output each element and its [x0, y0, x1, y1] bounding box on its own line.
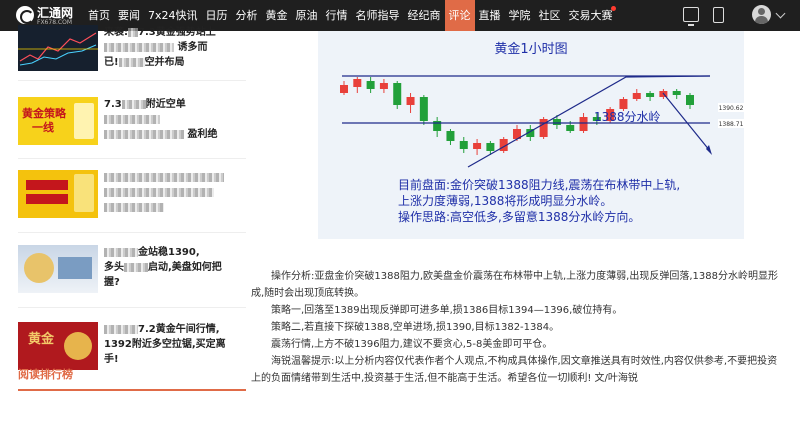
candle-body [632, 93, 641, 99]
nav-item-8[interactable]: 名师指导 [352, 0, 404, 31]
ranking-underline [18, 389, 246, 391]
trend-line [467, 75, 711, 168]
article-paragraph: 海锐温馨提示:以上分析内容仅代表作者个人观点,不构成具体操作,因文章推送具有时效… [251, 356, 778, 384]
article-title[interactable] [104, 170, 246, 215]
thumbnail-text: 黄金 [28, 332, 55, 347]
article-thumbnail: 黄金策略 一线 [18, 97, 98, 145]
list-item[interactable]: 黄金策略 一线 7.3 附近空单 盈利绝 [18, 97, 246, 149]
monitor-icon[interactable] [683, 7, 699, 26]
nav-item-6[interactable]: 原油 [292, 0, 322, 31]
nav-item-10[interactable]: 评论 [444, 0, 475, 31]
candle-body [473, 143, 482, 149]
chevron-down-icon[interactable] [775, 8, 786, 19]
candle-body [579, 117, 588, 131]
candle-body [393, 83, 402, 105]
article-paragraph: 震荡行情,上方不破1396阻力,建议不要贪心,5-8美金即可平仓。 [271, 339, 553, 350]
candle-body [379, 83, 388, 89]
candle-body [366, 81, 375, 89]
nav-item-12[interactable]: 学院 [505, 0, 535, 31]
candle-body [619, 99, 628, 109]
list-item[interactable] [18, 170, 246, 222]
chart-canvas: 黄金1小时图 1390.62 1388.71 1388分水岭 目前盘面:金价突破… [340, 41, 744, 224]
logo-icon [16, 6, 34, 24]
thumbnail-decoration [74, 174, 94, 212]
article-body: 操作分析:亚盘金价突破1388阻力,欧美盘金价震荡在布林带中上轨,上涨力度薄弱,… [251, 268, 781, 387]
candle-body [672, 91, 681, 95]
candle-body [446, 131, 455, 141]
gold-hourly-chart: 黄金1小时图 1390.62 1388.71 1388分水岭 目前盘面:金价突破… [318, 31, 744, 239]
thumbnail-text: 一线 [32, 121, 54, 134]
divider [18, 80, 246, 81]
candle-body [340, 85, 348, 93]
divider [18, 307, 246, 308]
article-thumbnail [18, 170, 98, 218]
candle-body [419, 97, 428, 121]
nav-item-9[interactable]: 经纪商 [404, 0, 445, 31]
thumbnail-coin-icon [64, 332, 92, 360]
article-title[interactable]: 金站稳1390, 多头 启动,美盘如何把 握? [104, 245, 246, 290]
article-title[interactable]: 7.2黄金午间行情, 1392附近多空拉锯,买定离 手! [104, 322, 246, 367]
candle-body [406, 97, 415, 105]
resistance-label: 1388分水岭 [594, 110, 661, 124]
article-thumbnail [18, 245, 98, 293]
candle-body [686, 95, 694, 105]
thumbnail-decoration [58, 257, 92, 279]
ranking-title[interactable]: 阅读排行榜 [18, 366, 73, 382]
chart-note-line-2: 上涨力度薄弱,1388将形成明显分水岭。 [398, 193, 612, 208]
candle-body [486, 143, 495, 151]
price-tag-1-text: 1390.62 [719, 105, 744, 112]
chart-title: 黄金1小时图 [494, 41, 567, 57]
thumbnail-decoration [74, 103, 94, 139]
related-articles-sidebar: 来袭: 7.3黄金强势站上 诱多而 已! 空并布局 黄金策略 一线 7.3 附近空单 … [0, 25, 246, 423]
article-title[interactable]: 7.3 附近空单 盈利绝 [104, 97, 246, 142]
nav-item-7[interactable]: 行情 [322, 0, 352, 31]
article-paragraph: 操作分析:亚盘金价突破1388阻力,欧美盘金价震荡在布林带中上轨,上涨力度薄弱,… [251, 271, 778, 299]
price-tag-2-text: 1388.71 [719, 121, 744, 128]
article-thumbnail: 黄金 [18, 322, 98, 370]
article-title[interactable]: 来袭: 7.3黄金强势站上 诱多而 已! 空并布局 [104, 25, 246, 70]
divider [18, 158, 246, 159]
candle-body [353, 79, 362, 87]
thumbnail-coin-icon [24, 253, 54, 283]
article-thumbnail [18, 25, 98, 71]
thumbnail-chart-icon [18, 32, 98, 66]
list-item[interactable]: 来袭: 7.3黄金强势站上 诱多而 已! 空并布局 [18, 25, 246, 76]
nav-item-11[interactable]: 直播 [475, 0, 505, 31]
candle-body [459, 141, 468, 149]
divider [18, 232, 246, 233]
chart-note-line-3: 操作思路:高空低多,多留意1388分水岭方向。 [398, 209, 640, 224]
candle-body [646, 93, 655, 97]
nav-item-14[interactable]: 交易大赛 [565, 0, 617, 31]
thumbnail-decoration [26, 194, 68, 204]
candle-body [552, 119, 561, 125]
list-item[interactable]: 金站稳1390, 多头 启动,美盘如何把 握? [18, 245, 246, 297]
mobile-phone-icon[interactable] [713, 7, 724, 23]
nav-item-5[interactable]: 黄金 [262, 0, 292, 31]
nav-item-13[interactable]: 社区 [535, 0, 565, 31]
chart-note-line-1: 目前盘面:金价突破1388阻力线,震荡在布林带中上轨, [398, 177, 680, 192]
thumbnail-decoration [26, 180, 68, 190]
article-paragraph: 策略一,回落至1389出现反弹即可进多单,损1386目标1394—1396,破位… [271, 305, 623, 316]
user-avatar[interactable] [752, 5, 771, 24]
article-paragraph: 策略二,若直接下探破1388,空单进场,损1390,目标1382-1384。 [271, 322, 560, 333]
candle-body [566, 125, 575, 131]
